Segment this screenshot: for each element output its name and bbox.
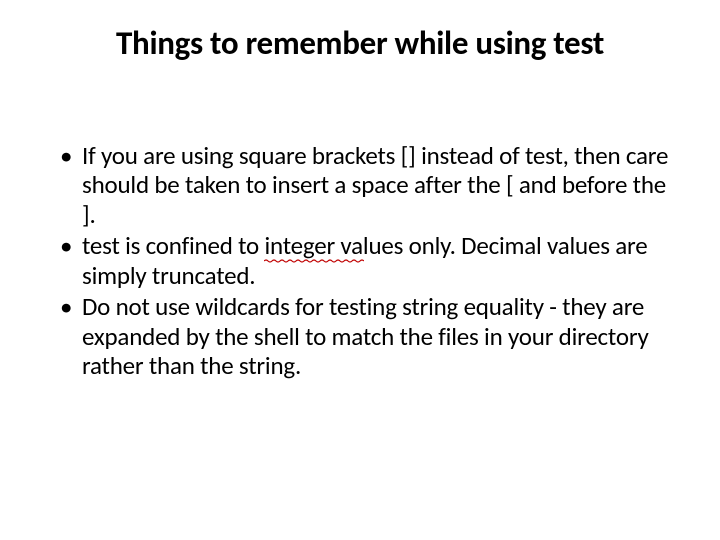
spellcheck-word: integer values — [264, 231, 403, 261]
list-item: Do not use wildcards for testing string … — [60, 292, 678, 381]
spellcheck-underline-icon — [264, 259, 364, 263]
bullet-text-pre: test is confined to — [82, 230, 264, 261]
list-item: If you are using square brackets [] inst… — [60, 141, 678, 230]
bullet-list: If you are using square brackets [] inst… — [42, 141, 678, 381]
bullet-text: Do not use wildcards for testing string … — [82, 291, 649, 381]
list-item: test is confined to integer values only.… — [60, 231, 678, 290]
bullet-text-word: integer values — [264, 230, 403, 261]
slide: Things to remember while using test If y… — [0, 0, 720, 540]
slide-body: If you are using square brackets [] inst… — [42, 141, 678, 381]
slide-title: Things to remember while using test — [42, 26, 678, 61]
bullet-text: If you are using square brackets [] inst… — [82, 140, 668, 230]
